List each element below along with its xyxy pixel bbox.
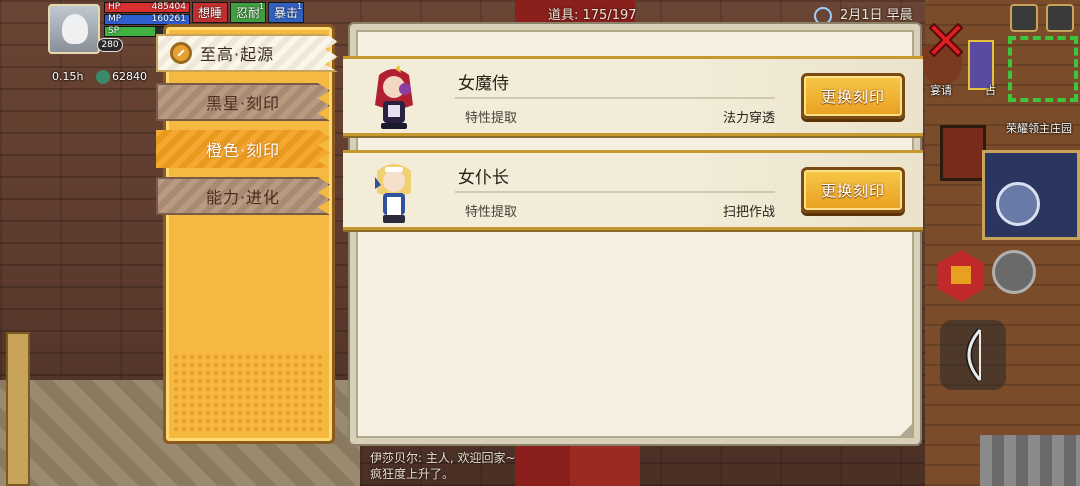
card-subtitle: 特性提取 [465, 205, 518, 220]
level-badge: 280 [97, 38, 123, 52]
hp-value: 485404 [151, 2, 186, 12]
shrine-sprite[interactable] [940, 125, 986, 181]
witch-maid-portrait-icon [375, 65, 413, 129]
tab-label: 能力·进化 [205, 188, 281, 207]
exit-icon[interactable] [1046, 4, 1074, 32]
gold-value: 62840 [112, 70, 147, 83]
tab-label: 橙色·刻印 [205, 141, 281, 160]
bow-button[interactable] [940, 320, 1006, 390]
time-stat: 0.15h [52, 70, 83, 83]
stairs [980, 435, 1080, 486]
change-imprint-button[interactable]: 更换刻印 [801, 167, 905, 213]
mp-label: MP [108, 14, 122, 24]
tab-label: 至高·起源 [200, 45, 275, 64]
divider [455, 191, 775, 193]
label-oc[interactable]: 占 [985, 82, 996, 98]
label-village: 荣耀领主庄园 [1006, 122, 1072, 135]
hp-label: HP [108, 2, 121, 12]
pillar [6, 332, 30, 486]
card-trait: 法力穿透 [722, 111, 775, 126]
gold-icon [96, 70, 110, 84]
tab-black-star[interactable]: 黑星·刻印 [156, 83, 330, 121]
card-name: 女仆长 [458, 168, 509, 188]
imprint-card: 女魔侍 特性提取 法力穿透 更换刻印 [343, 56, 923, 136]
gold-stat: 62840 [96, 70, 147, 84]
chat-log: 伊莎贝尔: 主人, 欢迎回家~ 疯狂度上升了。 [370, 450, 516, 482]
card-subtitle: 特性提取 [465, 111, 518, 126]
selection-box [1008, 36, 1078, 102]
network-icon[interactable] [1010, 4, 1038, 32]
card-trait: 扫把作战 [722, 205, 775, 220]
close-icon[interactable] [926, 20, 966, 60]
seal-button[interactable] [996, 182, 1040, 226]
panel-pattern [172, 353, 326, 433]
tab-supreme-origin[interactable]: 至高·起源 [156, 34, 338, 72]
card-name: 女魔侍 [458, 74, 509, 94]
sp-label: SP [108, 26, 120, 36]
resize-corner [900, 424, 912, 436]
imprint-card: 女仆长 特性提取 扫把作战 更换刻印 [343, 150, 923, 230]
chat-line: 伊莎贝尔: 主人, 欢迎回家~ [370, 451, 516, 465]
divider [455, 97, 775, 99]
chat-line: 疯狂度上升了。 [370, 467, 455, 481]
player-avatar[interactable] [48, 4, 100, 54]
time-value: 0.15h [52, 70, 84, 83]
tab-label: 黑星·刻印 [205, 94, 281, 113]
tab-ability-evolve[interactable]: 能力·进化 [156, 177, 330, 215]
hp-bar: HP 485404 [104, 2, 190, 13]
tab-orange[interactable]: 橙色·刻印 [156, 130, 330, 168]
ring-check-icon [170, 42, 192, 64]
head-maid-portrait-icon [375, 164, 411, 223]
label-invite[interactable]: 宴请 [930, 82, 952, 98]
bow-icon [966, 328, 983, 382]
compass-button[interactable] [992, 250, 1036, 294]
change-imprint-button[interactable]: 更换刻印 [801, 73, 905, 119]
